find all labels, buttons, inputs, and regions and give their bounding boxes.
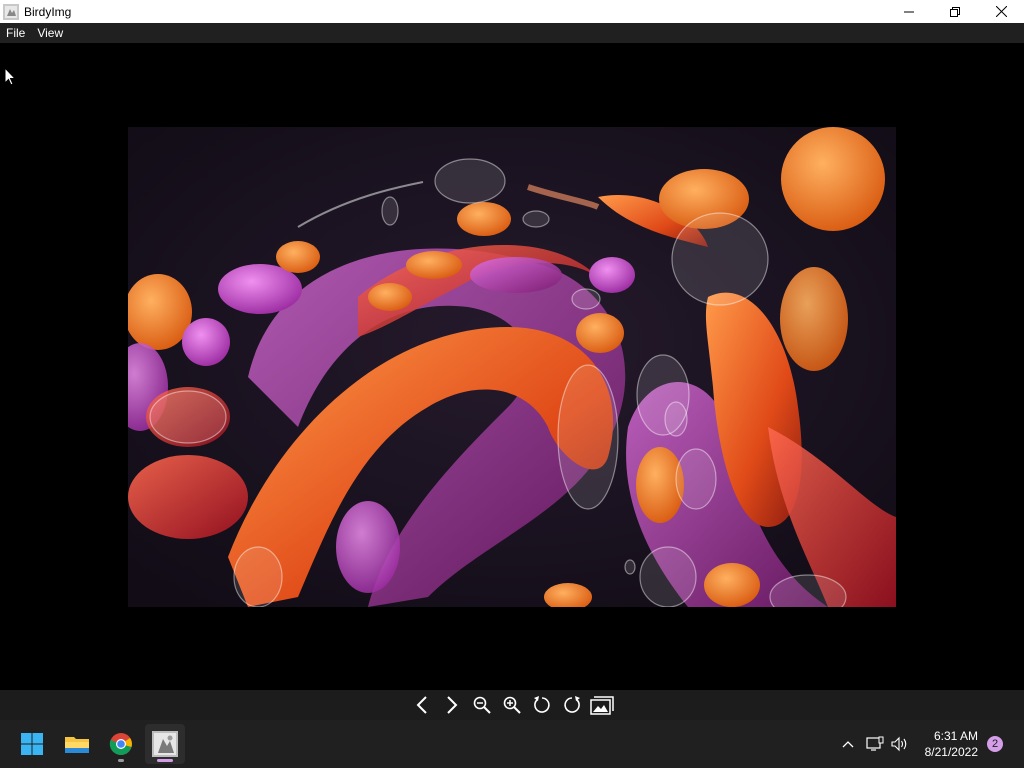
notification-badge[interactable]: 2	[987, 736, 1003, 752]
viewer-toolbar	[0, 690, 1024, 720]
file-explorer-icon	[65, 737, 89, 753]
taskbar-file-explorer[interactable]	[57, 724, 97, 764]
taskbar-birdyimg[interactable]	[145, 724, 185, 764]
next-icon	[447, 696, 458, 714]
show-hidden-icons-button[interactable]	[838, 720, 858, 768]
clock-date: 8/21/2022	[924, 745, 978, 759]
network-icon	[866, 736, 884, 751]
birdyimg-icon	[152, 731, 178, 757]
start-button[interactable]	[12, 724, 52, 764]
menu-file[interactable]: File	[0, 23, 31, 43]
minimize-button[interactable]	[886, 0, 932, 23]
rotate-right-icon	[564, 696, 580, 713]
close-icon	[995, 6, 1007, 17]
previous-icon	[416, 696, 427, 714]
taskbar-chrome[interactable]	[101, 724, 141, 764]
close-button[interactable]	[978, 0, 1024, 23]
zoom-in-button[interactable]	[497, 692, 527, 718]
system-clock[interactable]: 6:31 AM 8/21/2022	[914, 728, 978, 760]
title-bar: BirdyImg	[0, 0, 1024, 23]
restore-button[interactable]	[932, 0, 978, 23]
zoom-out-icon	[473, 696, 491, 714]
gallery-button[interactable]	[587, 692, 617, 718]
volume-button[interactable]	[889, 720, 911, 768]
next-button[interactable]	[437, 692, 467, 718]
birdyimg-app-icon	[3, 3, 19, 20]
chrome-icon	[109, 733, 132, 755]
chevron-up-icon	[842, 741, 854, 748]
taskbar: 6:31 AM 8/21/2022	[0, 720, 1024, 768]
running-indicator	[118, 759, 124, 762]
gallery-icon	[590, 696, 614, 715]
mouse-cursor-icon	[4, 67, 17, 86]
start-icon	[21, 733, 43, 755]
rotate-right-button[interactable]	[557, 692, 587, 718]
previous-button[interactable]	[407, 692, 437, 718]
menu-view[interactable]: View	[31, 23, 69, 43]
restore-icon	[950, 6, 960, 17]
clock-time: 6:31 AM	[933, 729, 978, 743]
zoom-in-icon	[503, 696, 521, 714]
minimize-icon	[904, 11, 914, 12]
volume-icon	[891, 736, 907, 752]
rotate-left-button[interactable]	[527, 692, 557, 718]
zoom-out-button[interactable]	[467, 692, 497, 718]
rotate-left-icon	[534, 696, 550, 713]
window-title: BirdyImg	[24, 4, 72, 19]
active-indicator	[157, 759, 173, 762]
displayed-image	[128, 127, 896, 607]
menu-bar: File View	[0, 23, 1024, 43]
network-button[interactable]	[864, 720, 886, 768]
